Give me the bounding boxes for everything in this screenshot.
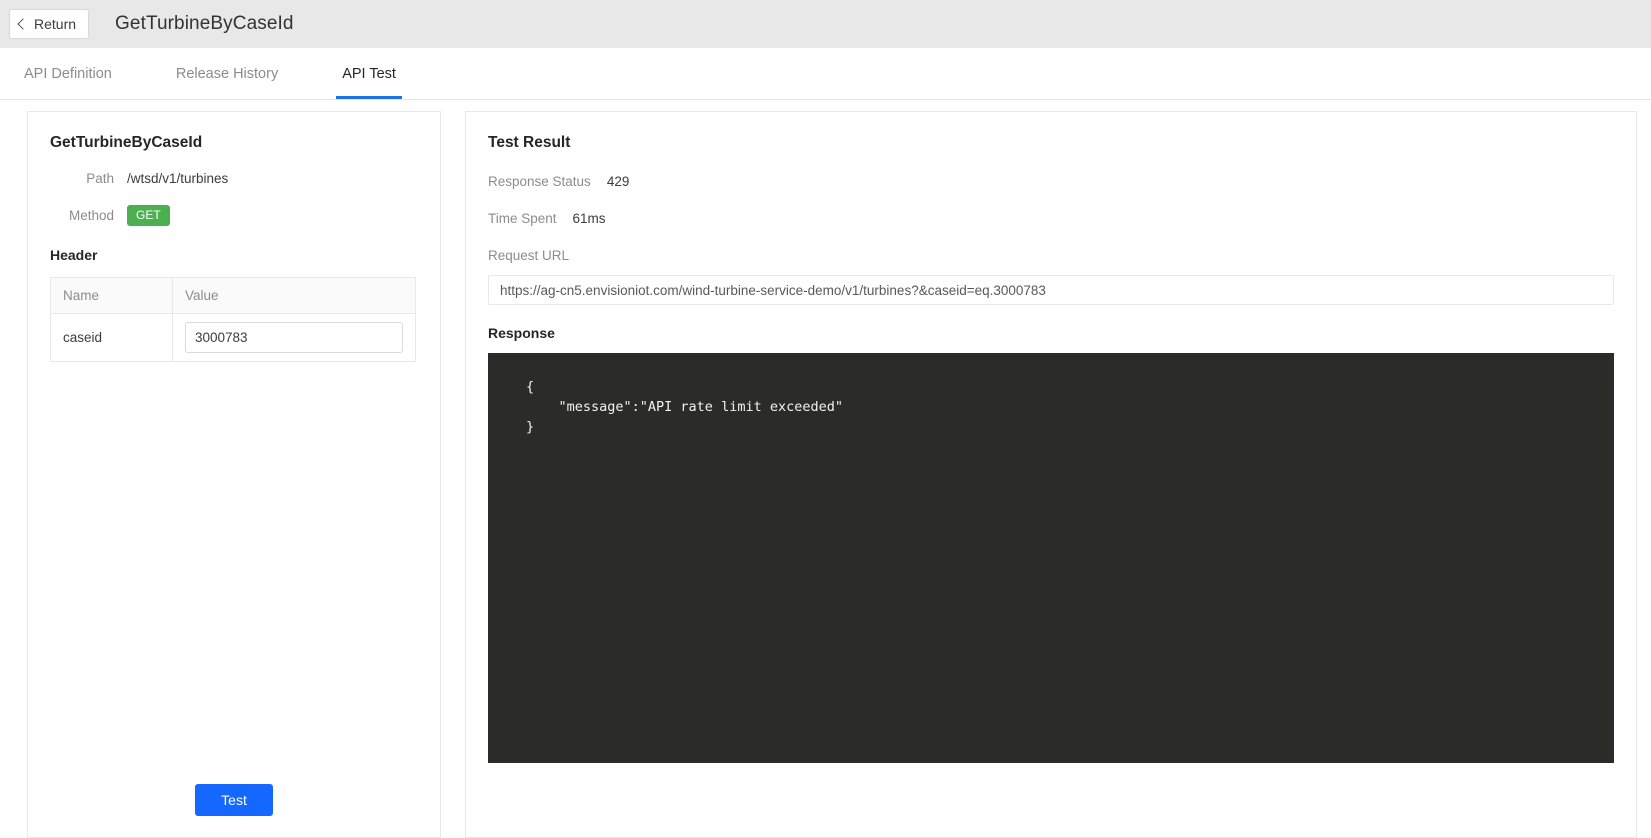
time-spent-value: 61ms — [572, 211, 606, 226]
chevron-left-icon — [17, 18, 29, 30]
header-name-cell: caseid — [50, 313, 173, 362]
tab-label: Release History — [175, 65, 279, 82]
path-label: Path — [86, 171, 114, 186]
api-name-heading: GetTurbineByCaseId — [50, 134, 203, 151]
test-result-panel: Test Result Response Status 429 Time Spe… — [465, 111, 1637, 838]
tab-release-history[interactable]: Release History — [174, 48, 280, 99]
request-url-label: Request URL — [488, 248, 570, 263]
main-content: GetTurbineByCaseId Path /wtsd/v1/turbine… — [0, 100, 1651, 838]
request-url-row: Request URL — [488, 248, 1614, 263]
response-body-code: { "message":"API rate limit exceeded" } — [488, 353, 1614, 763]
test-button[interactable]: Test — [195, 784, 273, 816]
method-badge: GET — [127, 205, 170, 226]
header-section-label: Header — [50, 247, 98, 263]
test-result-heading: Test Result — [488, 134, 571, 151]
response-status-value: 429 — [606, 174, 630, 189]
return-button[interactable]: Return — [9, 9, 90, 39]
table-row: caseid — [50, 313, 416, 362]
caseid-input[interactable] — [185, 322, 403, 353]
tab-api-definition[interactable]: API Definition — [22, 48, 114, 99]
page-title: GetTurbineByCaseId — [115, 13, 294, 34]
time-spent-label: Time Spent — [488, 211, 557, 226]
method-row: Method GET — [50, 205, 418, 226]
path-row: Path /wtsd/v1/turbines — [50, 171, 418, 186]
response-status-label: Response Status — [488, 174, 591, 189]
column-header-name: Name — [50, 277, 173, 314]
api-request-panel: GetTurbineByCaseId Path /wtsd/v1/turbine… — [27, 111, 441, 838]
request-url-value: https://ag-cn5.envisioniot.com/wind-turb… — [500, 282, 1046, 298]
tab-label: API Definition — [24, 65, 112, 82]
response-section-label: Response — [488, 325, 555, 341]
header-value-cell — [173, 314, 416, 362]
tab-label: API Test — [342, 65, 396, 82]
path-value: /wtsd/v1/turbines — [127, 171, 229, 186]
top-bar: Return GetTurbineByCaseId — [0, 0, 1651, 48]
response-status-row: Response Status 429 — [488, 174, 1614, 189]
column-header-value: Value — [172, 277, 416, 314]
return-button-label: Return — [34, 16, 77, 32]
header-parameters-table: Name Value caseid — [50, 277, 416, 362]
method-label: Method — [68, 208, 114, 223]
tab-bar: API Definition Release History API Test — [0, 48, 1651, 100]
time-spent-row: Time Spent 61ms — [488, 211, 1614, 226]
test-button-container: Test — [28, 784, 440, 816]
table-header-row: Name Value — [50, 277, 416, 314]
tab-api-test[interactable]: API Test — [336, 48, 402, 99]
request-url-box[interactable]: https://ag-cn5.envisioniot.com/wind-turb… — [488, 275, 1614, 305]
